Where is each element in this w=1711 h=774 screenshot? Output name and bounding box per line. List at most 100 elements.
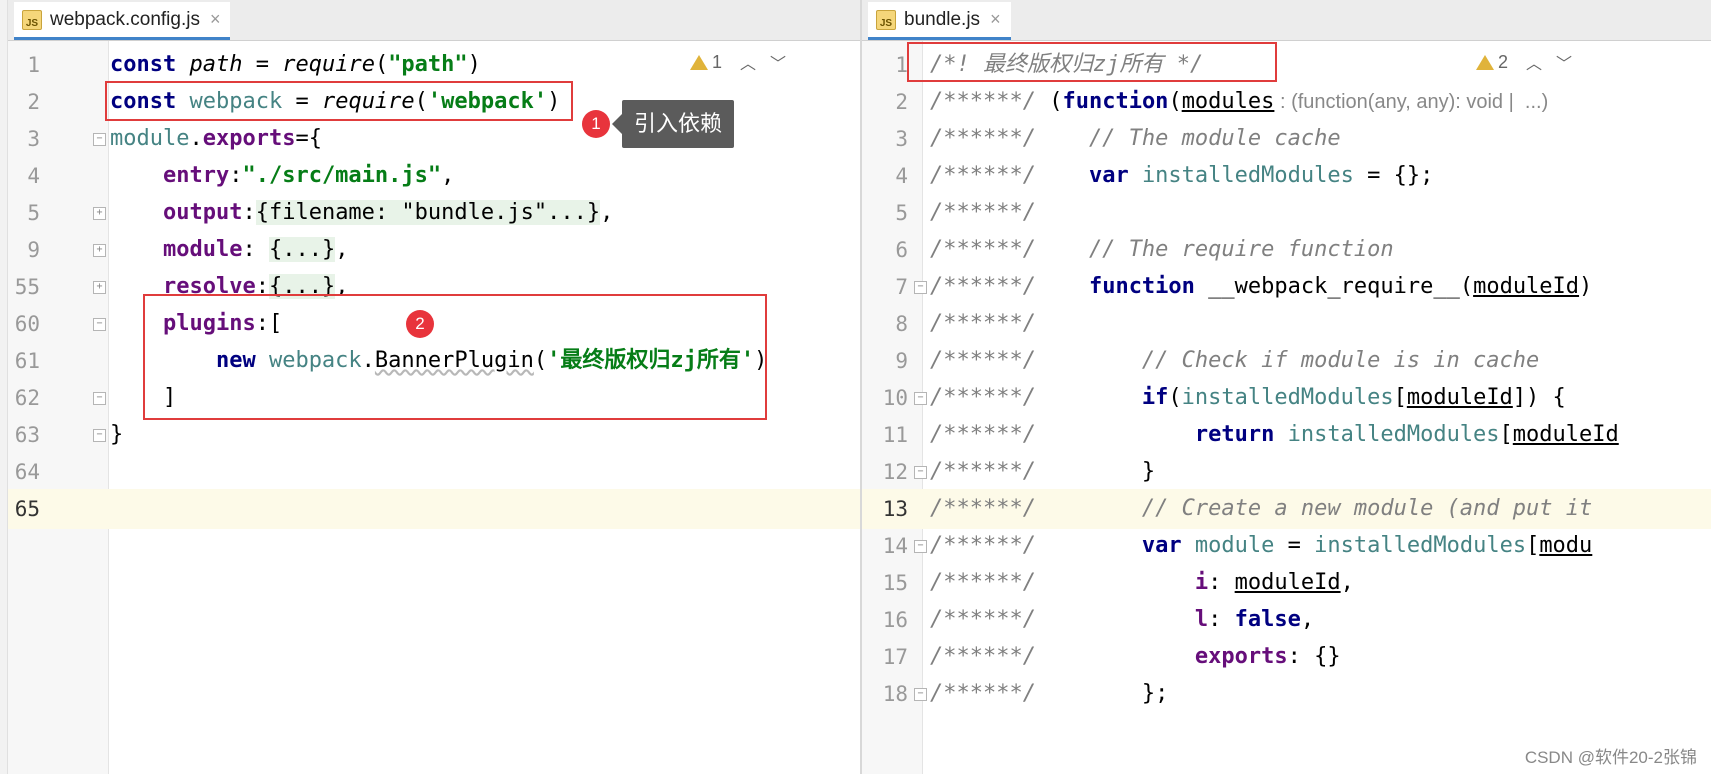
code-token: moduleId (1406, 385, 1513, 410)
code-token: var (1088, 163, 1142, 188)
code-line[interactable]: 4 entry:"./src/main.js", (8, 156, 860, 196)
code-token: entry (162, 163, 230, 188)
code-line[interactable]: 11 /******/ return installedModules[modul… (862, 415, 1711, 455)
code-token: __webpack_require__( (1208, 274, 1474, 299)
code-token: = (242, 52, 283, 77)
code-token: , (335, 237, 349, 262)
fold-marker-icon[interactable]: − (93, 133, 106, 146)
code-line[interactable]: 65 (8, 489, 860, 529)
code-line[interactable]: 64 (8, 452, 860, 492)
code-line[interactable]: 7−/******/ function __webpack_require__(… (862, 267, 1711, 307)
code-line[interactable]: 3 /******/ // The module cache (862, 119, 1711, 159)
code-token: /******/ (930, 200, 1036, 225)
code-line[interactable]: 4 /******/ var installedModules = {}; (862, 156, 1711, 196)
fold-marker-icon[interactable]: + (93, 207, 106, 220)
code-line[interactable]: 5 /******/ (862, 193, 1711, 233)
code-line[interactable]: 14−/******/ var module = installedModule… (862, 526, 1711, 566)
code-text: module.exports={ (110, 119, 322, 159)
code-token: var (1141, 533, 1195, 558)
code-token: /******/ (930, 459, 1142, 484)
code-line[interactable]: 15 /******/ i: moduleId, (862, 563, 1711, 603)
code-text: module: {...}, (110, 230, 348, 270)
code-text: } (110, 415, 123, 455)
code-token: ( (374, 52, 389, 77)
code-token: output (162, 200, 243, 225)
line-number: 5 (895, 201, 908, 225)
close-icon[interactable]: × (990, 9, 1001, 30)
code-token: {...} (268, 237, 336, 262)
code-token: function (1088, 274, 1209, 299)
line-number: 64 (14, 460, 40, 484)
line-number: 63 (14, 423, 40, 447)
code-line[interactable]: 1 const path = require("path") (8, 45, 860, 85)
code-line[interactable]: 5 + output:{filename: "bundle.js"...}, (8, 193, 860, 233)
line-number: 14 (882, 534, 908, 558)
code-token: : (229, 163, 243, 188)
code-line[interactable]: 10−/******/ if(installedModules[moduleId… (862, 378, 1711, 418)
code-line[interactable]: 13 /******/ // Create a new module (and p… (862, 489, 1711, 529)
code-line[interactable]: 63 −} (8, 415, 860, 455)
line-number: 9 (895, 349, 908, 373)
code-token: = {}; (1353, 163, 1434, 188)
code-line[interactable]: 18−/******/ }; (862, 674, 1711, 714)
code-token: module (162, 237, 243, 262)
code-token: i (1194, 570, 1209, 595)
watermark: CSDN @软件20-2张锦 (1524, 748, 1697, 767)
tab-webpack-config[interactable]: JS webpack.config.js × (14, 2, 231, 40)
line-number: 12 (882, 460, 908, 484)
fold-marker-icon[interactable]: − (914, 466, 927, 479)
code-token: /******/ // The module cache (930, 126, 1341, 151)
code-token: moduleId (1473, 274, 1580, 299)
fold-marker-icon[interactable]: + (93, 244, 106, 257)
fold-marker-icon[interactable]: − (93, 392, 106, 405)
line-number: 3 (895, 127, 908, 151)
highlight-box-require-webpack (105, 81, 573, 121)
code-token: [ (1526, 533, 1540, 558)
close-icon[interactable]: × (210, 9, 221, 30)
code-token: exports (202, 126, 296, 151)
tab-bundle[interactable]: JS bundle.js × (868, 2, 1011, 40)
fold-marker-icon[interactable]: + (93, 281, 106, 294)
code-token: /******/ (930, 607, 1195, 632)
code-text: /******/ // The module cache (930, 119, 1341, 159)
code-text: /******/ } (930, 452, 1155, 492)
code-token: /******/ (930, 644, 1195, 669)
code-line[interactable]: 8 /******/ (862, 304, 1711, 344)
code-token: ) (1579, 274, 1593, 299)
code-line[interactable]: 9 /******/ // Check if module is in cache (862, 341, 1711, 381)
fold-marker-icon[interactable]: − (93, 429, 106, 442)
annotation-badge-2: 2 (406, 310, 434, 338)
fold-marker-icon[interactable]: − (914, 392, 927, 405)
code-token: "path" (388, 52, 468, 77)
code-token: /******/ (930, 89, 1050, 114)
code-line[interactable]: 6 /******/ // The require function (862, 230, 1711, 270)
code-line[interactable]: 9 + module: {...}, (8, 230, 860, 270)
line-number: 60 (14, 312, 40, 336)
line-number: 2 (895, 90, 908, 114)
code-token: l (1194, 607, 1209, 632)
code-line[interactable]: 12−/******/ } (862, 452, 1711, 492)
fold-marker-icon[interactable]: − (914, 688, 927, 701)
code-token: exports (1194, 644, 1288, 669)
fold-marker-icon[interactable]: − (914, 281, 927, 294)
code-line[interactable]: 17 /******/ exports: {} (862, 637, 1711, 677)
code-line[interactable]: 2/******/ (function(modules : (function(… (862, 82, 1711, 122)
code-token: module (110, 126, 190, 151)
code-token: /******/ (930, 570, 1195, 595)
code-token: : (1208, 607, 1235, 632)
code-token: [ (1499, 422, 1513, 447)
code-line[interactable]: 16 /******/ l: false, (862, 600, 1711, 640)
highlight-box-plugins (143, 294, 767, 420)
code-text: /******/ var installedModules = {}; (930, 156, 1433, 196)
code-token: , (1300, 607, 1315, 632)
code-token: } (1141, 459, 1156, 484)
line-number: 4 (27, 164, 40, 188)
code-token: require (282, 52, 375, 77)
fold-marker-icon[interactable]: − (914, 540, 927, 553)
fold-marker-icon[interactable]: − (93, 318, 106, 331)
line-number: 9 (27, 238, 40, 262)
code-token: ={ (295, 126, 322, 151)
annotation-badge-1: 1 (582, 110, 610, 138)
